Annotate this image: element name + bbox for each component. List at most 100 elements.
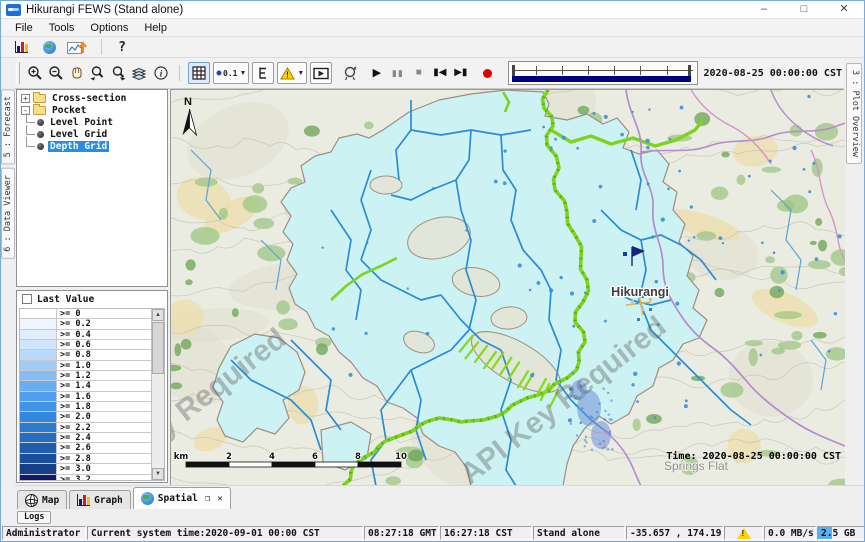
legend-color-swatch [20,433,57,442]
status-cell: Stand alone [533,526,625,540]
status-cell: Current system time:2020-09-01 00:00 CST [87,526,363,540]
view-tab-map[interactable]: Map [17,490,67,509]
status-text: -35.657 , 174.199 [630,528,723,539]
tree-expander-icon[interactable]: + [21,94,30,103]
menu-options[interactable]: Options [82,21,136,35]
tree-item-label[interactable]: Cross-section [50,93,128,104]
scroll-thumb[interactable] [152,322,164,374]
legend-color-swatch [20,340,57,349]
dock-tab-plot-overview[interactable]: 3 : Plot Overview [846,63,862,164]
pause-button[interactable]: ▮▮ [387,62,408,84]
tree-guide-line [26,137,35,147]
legend-row: >= 1.2 [20,371,164,381]
warning-icon [737,528,751,539]
tree-item-label[interactable]: Level Point [48,117,115,128]
time-slider[interactable] [508,61,697,85]
pause-icon: ▮▮ [392,69,404,78]
legend-color-swatch [20,412,57,421]
view-tab-spatial[interactable]: Spatial❐✕ [133,487,231,509]
tree-item-level-grid[interactable]: Level Grid [17,128,167,140]
play-icon: ▶ [373,68,381,79]
status-cell: 16:27:18 CST [440,526,532,540]
legend-color-swatch [20,464,57,473]
close-button[interactable]: ✕ [824,1,864,18]
svg-text:!: ! [287,70,290,79]
slider-start-handle[interactable] [512,65,515,76]
legend-color-swatch [20,392,57,401]
layers-button[interactable] [129,62,150,84]
legend-value-label: >= 0 [57,309,164,318]
animation-settings-button[interactable] [339,62,360,84]
legend-row: >= 2.6 [20,443,164,453]
toolbar-grip[interactable] [16,62,20,84]
pan-hand-icon [69,65,85,81]
logs-button[interactable]: Logs [17,511,51,524]
scroll-down-icon[interactable]: ▼ [152,468,164,480]
tab-maximize-icon[interactable]: ❐ [205,494,210,504]
right-dock-strip: 3 : Plot Overview [844,58,864,485]
minimize-button[interactable]: – [744,1,784,18]
status-warning-cell[interactable] [724,526,763,540]
label-layer-button[interactable] [252,62,274,84]
tree-item-depth-grid[interactable]: Depth Grid [17,140,167,152]
tab-close-icon[interactable]: ✕ [217,494,222,504]
slider-end-handle[interactable] [688,65,691,76]
status-text: 16:27:18 CST [444,528,513,539]
tree-item-level-point[interactable]: Level Point [17,116,167,128]
tree-item-pocket[interactable]: -Pocket [17,104,167,116]
toolbar-separator [101,39,102,55]
zoom-out-button[interactable] [45,62,66,84]
map-display-button[interactable] [37,38,61,57]
timeseries-button[interactable] [65,38,89,57]
tree-guide-line [26,125,35,135]
step-forward-button[interactable]: ▶▮ [450,62,471,84]
database-chart-button[interactable] [9,38,33,57]
title-bar: Hikurangi FEWS (Stand alone) – □ ✕ [1,1,864,19]
legend-scrollbar[interactable]: ▲ ▼ [151,309,164,480]
scale-dropdown[interactable]: 0.1 ▼ [213,62,249,84]
menu-tools[interactable]: Tools [41,21,83,35]
menu-help[interactable]: Help [136,21,175,35]
legend-color-swatch [20,454,57,463]
tree-item-label[interactable]: Depth Grid [48,141,109,152]
status-text: 08:27:18 GMT [368,528,437,539]
legend-value-label: >= 3.2 [57,475,164,482]
info-button[interactable]: i [150,62,171,84]
dock-tab-data-viewer[interactable]: 6 : Data Viewer [1,168,15,259]
legend-value-label: >= 0.2 [57,319,164,328]
zoom-previous-button[interactable] [87,62,108,84]
play-button[interactable]: ▶ [366,62,387,84]
app-window: Hikurangi FEWS (Stand alone) – □ ✕ FileT… [0,0,865,542]
status-cell: 2.5 GB [817,526,865,540]
bars-icon [77,494,90,506]
animation-export-button[interactable] [310,62,332,84]
maximize-button[interactable]: □ [784,1,824,18]
help-button[interactable]: ? [110,38,134,57]
pan-button[interactable] [66,62,87,84]
tree-item-cross-section[interactable]: + Cross-section [17,92,167,104]
last-value-checkbox[interactable] [22,294,32,304]
legend-value-label: >= 1.2 [57,371,164,380]
menu-file[interactable]: File [7,21,41,35]
legend-color-swatch [20,381,57,390]
legend-value-label: >= 0.4 [57,330,164,339]
dock-tab-forecast[interactable]: 5 : Forecast [1,89,15,164]
zoom-in-button[interactable] [24,62,45,84]
spatial-map[interactable]: API Key Required API Key Required Hikura… [170,89,844,485]
scroll-up-icon[interactable]: ▲ [152,309,164,321]
zoom-next-button[interactable] [108,62,129,84]
legend-row: >= 1.8 [20,402,164,412]
step-back-button[interactable]: ▮◀ [429,62,450,84]
grid-toggle-button[interactable] [188,62,210,84]
view-tab-graph[interactable]: Graph [69,490,131,509]
tree-item-label[interactable]: Level Grid [48,129,109,140]
tree-item-label[interactable]: Pocket [50,105,88,116]
record-button[interactable] [477,62,498,84]
warning-dropdown[interactable]: ! ▼ [277,62,307,84]
status-text: Administrator [6,528,80,539]
bar-chart-icon [15,41,28,53]
svg-text:km: km [174,452,189,462]
legend-table: >= 0>= 0.2>= 0.4>= 0.6>= 0.8>= 1.0>= 1.2… [19,308,165,481]
stop-button[interactable]: ■ [408,62,429,84]
map-canvas[interactable]: API Key Required API Key Required Hikura… [171,90,845,486]
